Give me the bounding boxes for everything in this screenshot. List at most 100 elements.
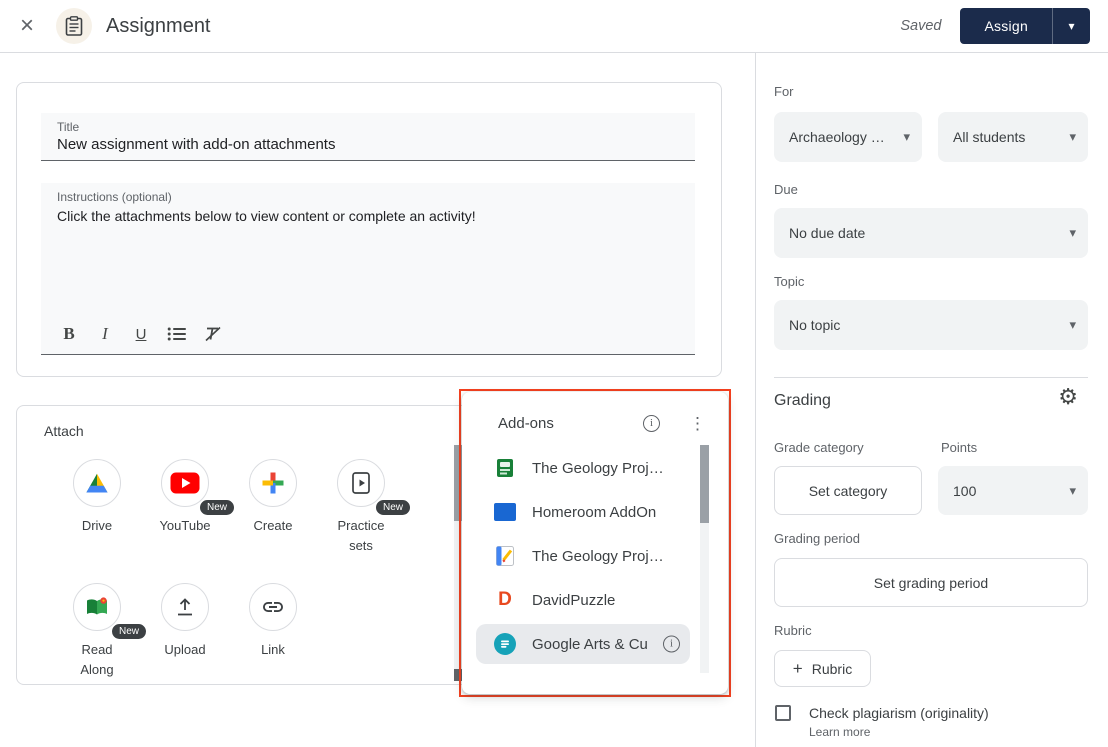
students-select[interactable]: All students ▾ bbox=[938, 112, 1088, 162]
caret-down-icon: ▾ bbox=[1063, 483, 1076, 499]
title-input[interactable]: New assignment with add-on attachments bbox=[41, 134, 695, 153]
instructions-label: Instructions (optional) bbox=[41, 183, 695, 204]
caret-down-icon: ▾ bbox=[1068, 19, 1074, 33]
addons-header: Add-ons i ⋮ bbox=[462, 392, 728, 446]
addons-title: Add-ons bbox=[498, 415, 554, 432]
clear-formatting-icon bbox=[203, 326, 223, 342]
attach-row-1: Drive New YouTube bbox=[53, 459, 405, 555]
assignment-form-card: Title New assignment with add-on attachm… bbox=[16, 82, 722, 377]
assign-button[interactable]: Assign bbox=[960, 8, 1052, 44]
assign-dropdown-button[interactable]: ▾ bbox=[1052, 8, 1090, 44]
assignment-type-icon bbox=[56, 8, 92, 44]
due-date-select[interactable]: No due date ▾ bbox=[774, 208, 1088, 258]
clear-formatting-button[interactable] bbox=[195, 319, 231, 349]
read-along-icon[interactable]: New bbox=[73, 583, 121, 631]
caret-down-icon: ▾ bbox=[1063, 129, 1076, 145]
addon-label: DavidPuzzle bbox=[532, 592, 615, 609]
new-badge: New bbox=[200, 500, 234, 515]
attach-drive[interactable]: Drive bbox=[53, 459, 141, 555]
attach-upload[interactable]: Upload bbox=[141, 583, 229, 679]
link-icon[interactable] bbox=[249, 583, 297, 631]
italic-button[interactable]: I bbox=[87, 319, 123, 349]
points-label: Points bbox=[941, 440, 977, 455]
instructions-input[interactable]: Click the attachments below to view cont… bbox=[41, 204, 695, 224]
addon-label: Homeroom AddOn bbox=[532, 504, 656, 521]
geology-notebook-icon bbox=[493, 544, 517, 568]
info-icon[interactable]: i bbox=[643, 415, 660, 432]
underline-button[interactable]: U bbox=[123, 319, 159, 349]
attach-label: Read Along bbox=[66, 640, 128, 679]
attach-practice-sets[interactable]: New Practice sets bbox=[317, 459, 405, 555]
topic-value: No topic bbox=[789, 317, 840, 333]
plagiarism-checkbox[interactable] bbox=[775, 705, 791, 721]
attach-read-along[interactable]: New Read Along bbox=[53, 583, 141, 679]
topbar: × Assignment Saved Assign ▾ bbox=[0, 0, 1108, 53]
addon-item-geology-project[interactable]: The Geology Proj… bbox=[462, 446, 728, 490]
new-badge: New bbox=[376, 500, 410, 515]
sidebar-divider bbox=[774, 377, 1088, 378]
caret-down-icon: ▾ bbox=[1063, 317, 1076, 333]
gear-icon[interactable]: ⚙ bbox=[1058, 386, 1078, 408]
addon-label: Google Arts & Cu bbox=[532, 636, 648, 653]
rubric-label: Rubric bbox=[774, 623, 812, 638]
attach-youtube[interactable]: New YouTube bbox=[141, 459, 229, 555]
addons-scrollbar[interactable] bbox=[700, 445, 709, 673]
set-category-button[interactable]: Set category bbox=[774, 466, 922, 515]
add-rubric-button[interactable]: + Rubric bbox=[774, 650, 871, 687]
due-label: Due bbox=[774, 182, 798, 197]
assignment-page: × Assignment Saved Assign ▾ Title New as… bbox=[0, 0, 1108, 747]
attach-row-2: New Read Along Upload bbox=[53, 583, 317, 679]
class-select[interactable]: Archaeology … ▾ bbox=[774, 112, 922, 162]
davidpuzzle-icon: D bbox=[493, 588, 517, 612]
attach-label: Upload bbox=[164, 640, 205, 660]
learn-more-link[interactable]: Learn more bbox=[809, 725, 870, 739]
attach-label: Drive bbox=[82, 516, 112, 536]
addon-info-icon[interactable]: i bbox=[663, 636, 680, 653]
addon-item-davidpuzzle[interactable]: D DavidPuzzle bbox=[462, 578, 728, 622]
create-plus-icon[interactable] bbox=[249, 459, 297, 507]
geology-project-icon bbox=[493, 456, 517, 480]
page-title: Assignment bbox=[106, 15, 211, 38]
clipboard-icon bbox=[65, 16, 83, 36]
addon-item-homeroom[interactable]: Homeroom AddOn bbox=[462, 490, 728, 534]
arts-culture-icon bbox=[493, 632, 517, 656]
youtube-icon[interactable]: New bbox=[161, 459, 209, 507]
assign-split-button: Assign ▾ bbox=[960, 8, 1090, 44]
grade-category-label: Grade category bbox=[774, 440, 864, 455]
addon-item-arts-culture[interactable]: Google Arts & Cu i bbox=[462, 622, 728, 666]
upload-icon[interactable] bbox=[161, 583, 209, 631]
points-select[interactable]: 100 ▾ bbox=[938, 466, 1088, 515]
more-options-icon[interactable]: ⋮ bbox=[689, 415, 706, 432]
title-field[interactable]: Title New assignment with add-on attachm… bbox=[41, 113, 695, 161]
attach-link[interactable]: Link bbox=[229, 583, 317, 679]
annotation-highlight-box: Add-ons i ⋮ The Geology Proj… Homeroo bbox=[459, 389, 731, 697]
set-grading-period-button[interactable]: Set grading period bbox=[774, 558, 1088, 607]
addon-label: The Geology Proj… bbox=[532, 548, 664, 565]
formatting-toolbar: B I U bbox=[51, 319, 231, 349]
attach-heading: Attach bbox=[44, 423, 84, 439]
bulleted-list-icon bbox=[167, 326, 187, 342]
attach-create[interactable]: Create bbox=[229, 459, 317, 555]
title-label: Title bbox=[41, 113, 695, 134]
addon-item-geology-notebook[interactable]: The Geology Proj… bbox=[462, 534, 728, 578]
students-select-value: All students bbox=[953, 129, 1025, 145]
topic-label: Topic bbox=[774, 274, 804, 289]
addon-label: The Geology Proj… bbox=[532, 460, 664, 477]
instructions-field[interactable]: Instructions (optional) Click the attach… bbox=[41, 183, 695, 355]
addons-popup: Add-ons i ⋮ The Geology Proj… Homeroo bbox=[462, 392, 728, 694]
for-label: For bbox=[774, 84, 794, 99]
caret-down-icon: ▾ bbox=[1063, 225, 1076, 241]
scrollbar-thumb[interactable] bbox=[700, 445, 709, 523]
topic-select[interactable]: No topic ▾ bbox=[774, 300, 1088, 350]
bold-button[interactable]: B bbox=[51, 319, 87, 349]
plus-icon: + bbox=[793, 659, 803, 679]
close-icon[interactable]: × bbox=[14, 14, 40, 38]
class-select-value: Archaeology … bbox=[789, 129, 885, 145]
attach-label: YouTube bbox=[159, 516, 210, 536]
drive-icon[interactable] bbox=[73, 459, 121, 507]
saved-status: Saved bbox=[900, 18, 941, 34]
bulleted-list-button[interactable] bbox=[159, 319, 195, 349]
practice-sets-icon[interactable]: New bbox=[337, 459, 385, 507]
attach-label: Create bbox=[253, 516, 292, 536]
attach-label: Link bbox=[261, 640, 285, 660]
